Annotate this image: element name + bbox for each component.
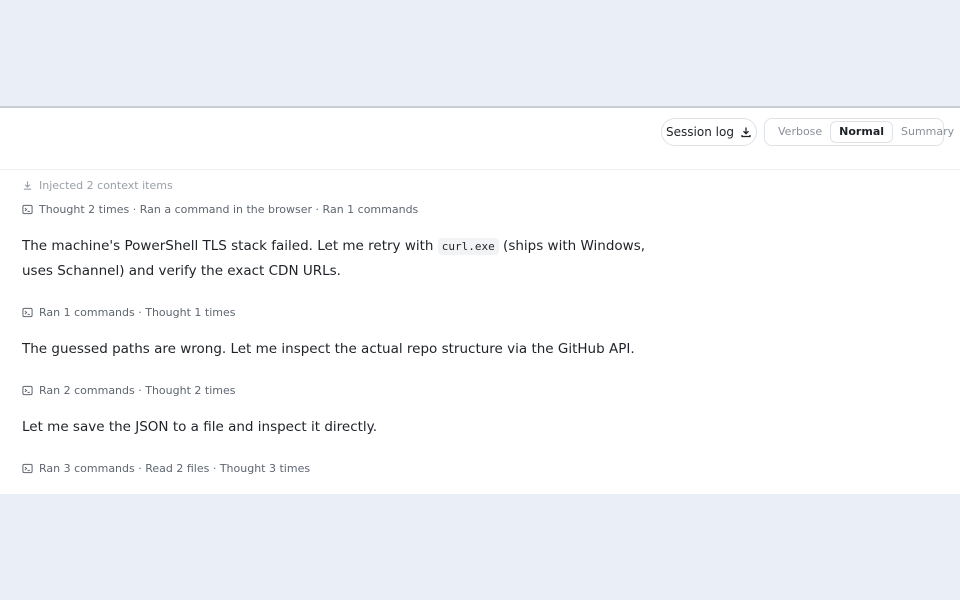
view-mode-verbose[interactable]: Verbose — [770, 121, 830, 143]
session-toolbar: Session log Verbose Normal Summary — [0, 108, 960, 170]
session-panel: Session log Verbose Normal Summary Injec… — [0, 106, 960, 494]
step-summary-label: Ran 2 commands · Thought 2 times — [39, 383, 236, 397]
assistant-message: The machine's PowerShell TLS stack faile… — [22, 234, 662, 283]
log-content: Injected 2 context items Thought 2 times… — [22, 176, 662, 477]
assistant-message: Let me save the JSON to a file and inspe… — [22, 419, 378, 435]
session-log-label: Session log — [666, 125, 734, 139]
step-summary-label: Thought 2 times · Ran a command in the b… — [39, 202, 419, 216]
view-mode-summary[interactable]: Summary — [893, 121, 960, 143]
inline-code: curl.exe — [437, 238, 499, 255]
top-background — [0, 0, 960, 106]
injected-context-row[interactable]: Injected 2 context items — [22, 176, 662, 194]
terminal-icon — [22, 385, 33, 395]
step-summary-row[interactable]: Ran 3 commands · Read 2 files · Thought … — [22, 459, 662, 477]
step-summary-label: Ran 1 commands · Thought 1 times — [39, 305, 236, 319]
view-mode-segmented-control: Verbose Normal Summary — [764, 118, 954, 146]
download-icon — [23, 180, 32, 190]
message-text: The machine's PowerShell TLS stack faile… — [22, 238, 438, 254]
step-summary-row[interactable]: Thought 2 times · Ran a command in the b… — [22, 200, 662, 218]
session-log-button[interactable]: Session log — [661, 118, 757, 146]
bottom-background — [0, 494, 960, 600]
view-mode-normal[interactable]: Normal — [830, 121, 894, 143]
assistant-message: The guessed paths are wrong. Let me insp… — [22, 341, 635, 357]
step-summary-row[interactable]: Ran 2 commands · Thought 2 times — [22, 381, 662, 399]
step-summary-label: Ran 3 commands · Read 2 files · Thought … — [39, 461, 311, 475]
terminal-icon — [22, 204, 33, 214]
terminal-icon — [22, 307, 33, 317]
terminal-icon — [22, 463, 33, 473]
injected-context-label: Injected 2 context items — [39, 178, 173, 192]
download-icon — [741, 127, 751, 138]
step-summary-row[interactable]: Ran 1 commands · Thought 1 times — [22, 303, 662, 321]
